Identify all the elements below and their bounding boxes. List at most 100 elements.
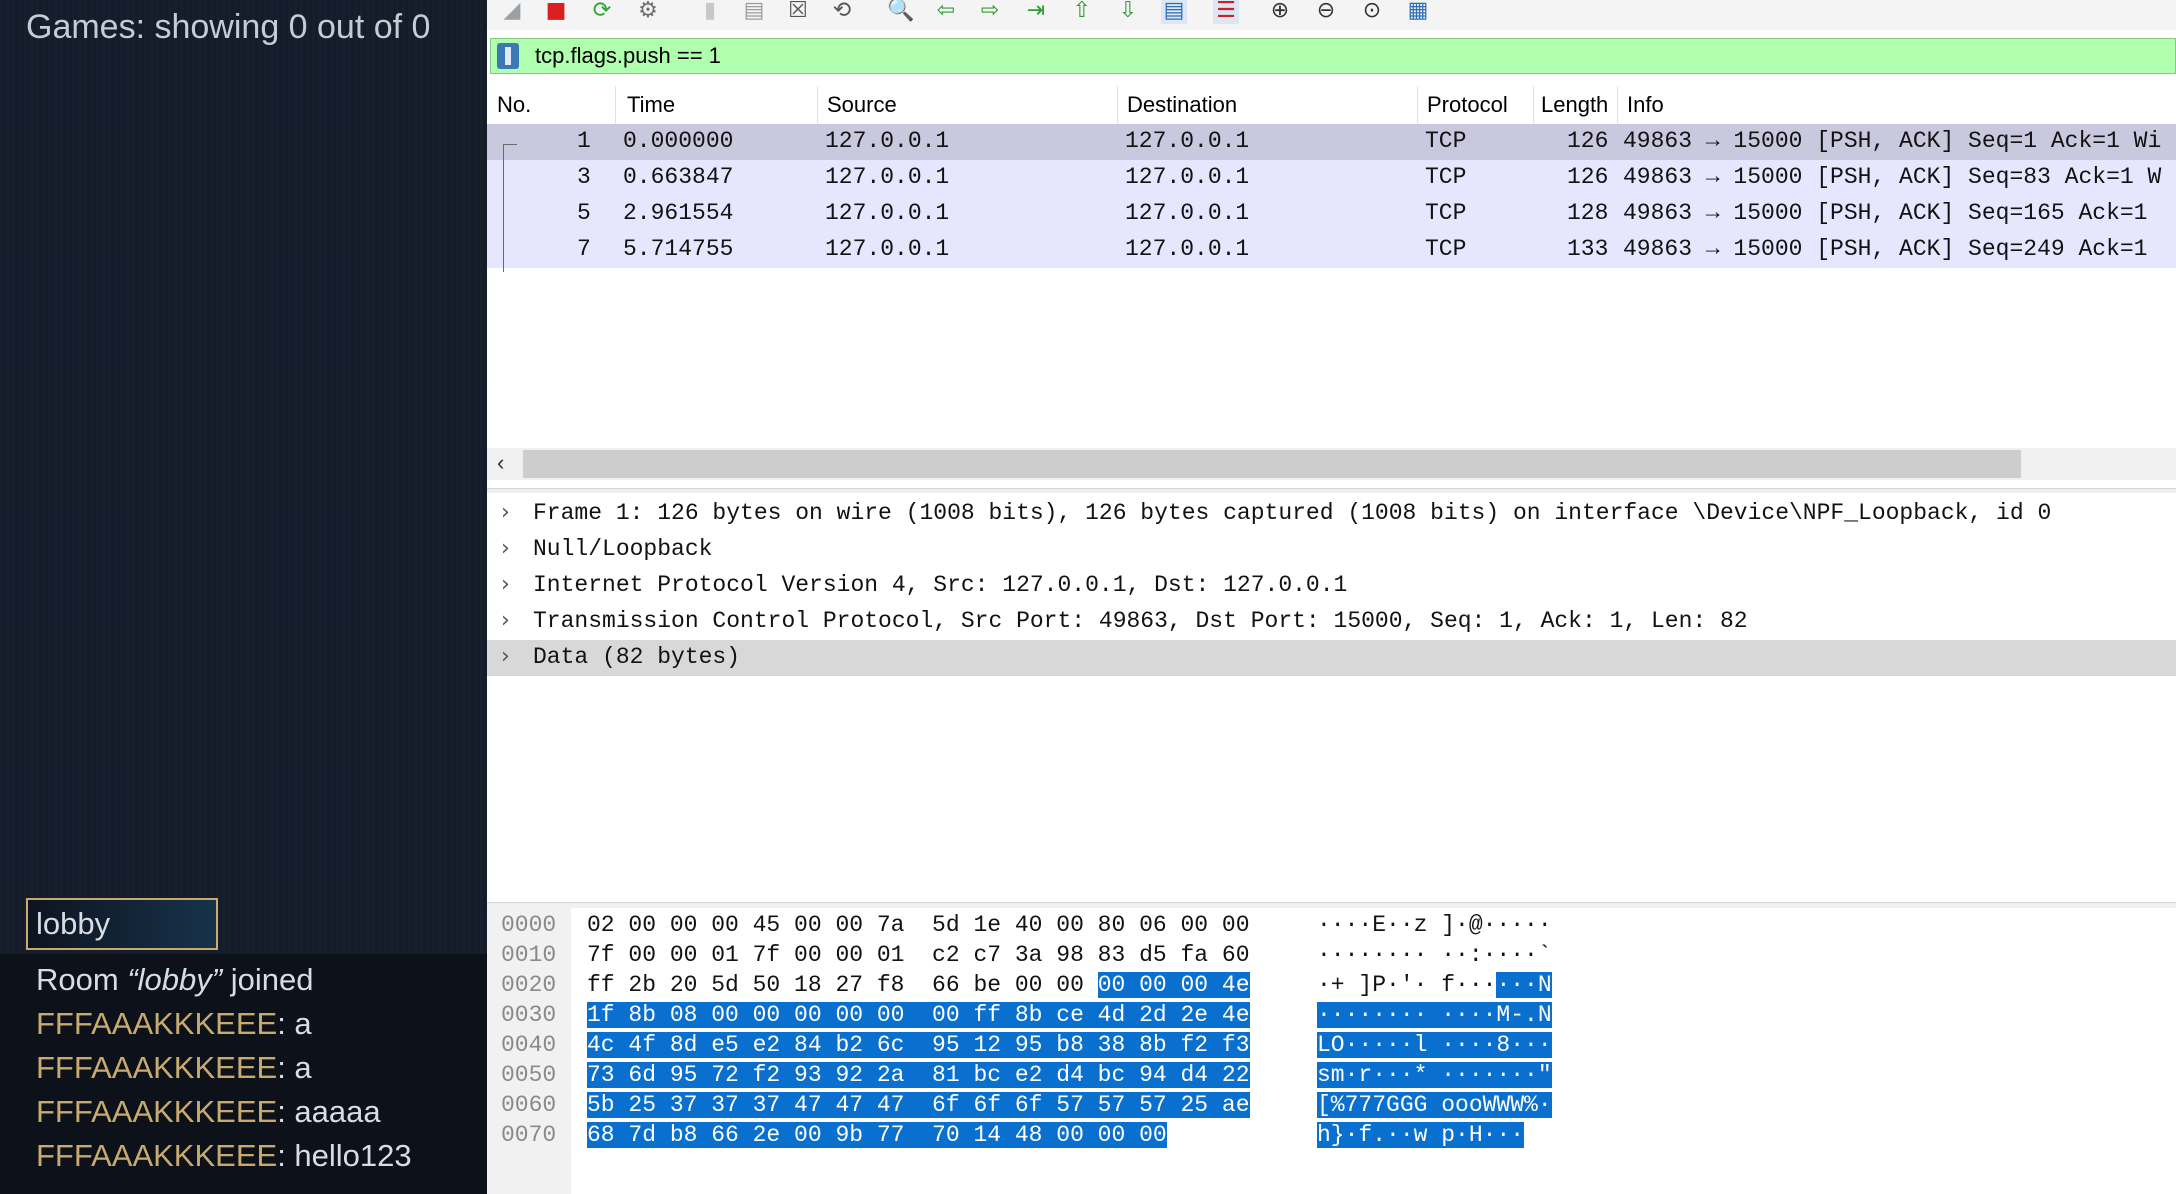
packet-protocol: TCP	[1425, 128, 1467, 154]
chat-message-text: : aaaaa	[277, 1094, 381, 1129]
restart-capture-icon[interactable]: ⟳	[589, 0, 615, 24]
packet-list-hscrollbar[interactable]: ‹	[487, 448, 2176, 480]
chat-line-message: FFFAAAKKKEEE: a	[36, 1050, 312, 1086]
go-to-packet-icon[interactable]: ⇥	[1023, 0, 1049, 24]
hex-bytes[interactable]: 1f 8b 08 00 00 00 00 00 00 ff 8b ce 4d 2…	[587, 1000, 1250, 1030]
packet-info: 49863 → 15000 [PSH, ACK] Seq=83 Ack=1 W	[1623, 164, 2162, 190]
detail-row-tcp[interactable]: › Transmission Control Protocol, Src Por…	[487, 604, 2176, 640]
column-header-info[interactable]: Info	[1627, 92, 1664, 118]
detail-row-loopback[interactable]: › Null/Loopback	[487, 532, 2176, 568]
hex-bytes[interactable]: 7f 00 00 01 7f 00 00 01 c2 c7 3a 98 83 d…	[587, 940, 1250, 970]
packet-source: 127.0.0.1	[825, 236, 950, 262]
chat-line-message: FFFAAAKKKEEE: a	[36, 1006, 312, 1042]
column-header-destination[interactable]: Destination	[1127, 92, 1237, 118]
detail-row-ip[interactable]: › Internet Protocol Version 4, Src: 127.…	[487, 568, 2176, 604]
expand-arrow-icon[interactable]: ›	[501, 608, 510, 633]
chat-username: FFFAAAKKKEEE	[36, 1138, 278, 1173]
hex-bytes[interactable]: 73 6d 95 72 f2 93 92 2a 81 bc e2 d4 bc 9…	[587, 1060, 1250, 1090]
bookmark-icon[interactable]	[497, 43, 519, 69]
chat-username: FFFAAAKKKEEE	[36, 1094, 278, 1129]
ascii-bytes[interactable]: ········ ··:····`	[1317, 940, 1552, 970]
zoom-in-icon[interactable]: ⊕	[1267, 0, 1293, 24]
packet-protocol: TCP	[1425, 236, 1467, 262]
packet-length: 128	[1567, 200, 1609, 226]
close-file-icon[interactable]: ☒	[785, 0, 811, 24]
packet-info: 49863 → 15000 [PSH, ACK] Seq=1 Ack=1 Wi	[1623, 128, 2162, 154]
chat-line-system: Room “lobby” joined	[36, 962, 313, 998]
packet-bytes-pane: 0000 02 00 00 00 45 00 00 7a 5d 1e 40 00…	[487, 908, 2176, 1194]
resize-columns-icon[interactable]: ▦	[1405, 0, 1431, 24]
byte-offset: 0070	[501, 1122, 557, 1148]
hex-bytes[interactable]: 68 7d b8 66 2e 00 9b 77 70 14 48 00 00 0…	[587, 1120, 1167, 1150]
column-header-no[interactable]: No.	[497, 92, 531, 118]
column-header-length[interactable]: Length	[1541, 92, 1608, 118]
packet-protocol: TCP	[1425, 164, 1467, 190]
last-packet-icon[interactable]: ⇩	[1115, 0, 1141, 24]
hex-bytes[interactable]: 5b 25 37 37 37 47 47 47 6f 6f 6f 57 57 5…	[587, 1090, 1250, 1120]
detail-text: Frame 1: 126 bytes on wire (1008 bits), …	[533, 500, 2052, 526]
room-input[interactable]	[26, 898, 218, 950]
packet-row[interactable]: 5 2.961554 127.0.0.1 127.0.0.1 TCP 128 4…	[487, 196, 2176, 232]
packet-list-header: No. Time Source Destination Protocol Len…	[487, 86, 2176, 125]
packet-source: 127.0.0.1	[825, 128, 950, 154]
save-file-icon[interactable]: ▤	[741, 0, 767, 24]
scrollbar-thumb[interactable]	[523, 450, 2021, 478]
packet-row[interactable]: 7 5.714755 127.0.0.1 127.0.0.1 TCP 133 4…	[487, 232, 2176, 268]
wireshark-window: ◢ ■ ⟳ ⚙ ▮ ▤ ☒ ⟲ 🔍 ⇦ ⇨ ⇥ ⇧ ⇩ ▤ ☰ ⊕ ⊖ ⊙ ▦ …	[487, 0, 2176, 1194]
go-forward-icon[interactable]: ⇨	[977, 0, 1003, 24]
hex-bytes[interactable]: 4c 4f 8d e5 e2 84 b2 6c 95 12 95 b8 38 8…	[587, 1030, 1250, 1060]
shark-fin-icon[interactable]: ◢	[499, 0, 525, 24]
packet-destination: 127.0.0.1	[1125, 236, 1250, 262]
auto-scroll-icon[interactable]: ▤	[1161, 0, 1187, 24]
open-file-icon[interactable]: ▮	[697, 0, 723, 24]
chat-username: FFFAAAKKKEEE	[36, 1006, 278, 1041]
detail-row-data-selected[interactable]: › Data (82 bytes)	[487, 640, 2176, 676]
ascii-bytes[interactable]: ········ ····M-.N	[1317, 1000, 1552, 1030]
expand-arrow-icon[interactable]: ›	[501, 644, 510, 669]
conversation-bracket-start	[503, 144, 517, 145]
column-header-time[interactable]: Time	[627, 92, 675, 118]
capture-options-icon[interactable]: ⚙	[635, 0, 661, 24]
packet-row-selected[interactable]: 1 0.000000 127.0.0.1 127.0.0.1 TCP 126 4…	[487, 124, 2176, 160]
display-filter-input[interactable]: tcp.flags.push == 1	[535, 43, 721, 69]
conversation-bracket	[503, 144, 504, 272]
column-header-protocol[interactable]: Protocol	[1427, 92, 1508, 118]
byte-offset: 0000	[501, 912, 557, 938]
ascii-bytes[interactable]: [%777GGG oooWWW%·	[1317, 1090, 1552, 1120]
chat-system-suffix: joined	[222, 962, 314, 997]
packet-length: 133	[1567, 236, 1609, 262]
detail-row-frame[interactable]: › Frame 1: 126 bytes on wire (1008 bits)…	[487, 496, 2176, 532]
colorize-icon[interactable]: ☰	[1213, 0, 1239, 24]
ascii-bytes[interactable]: sm·r···* ·······"	[1317, 1060, 1552, 1090]
ascii-bytes[interactable]: LO·····l ····8···	[1317, 1030, 1552, 1060]
expand-arrow-icon[interactable]: ›	[501, 572, 510, 597]
stop-capture-icon[interactable]: ■	[543, 0, 569, 24]
ascii-bytes[interactable]: h}·f.··w p·H···	[1317, 1120, 1525, 1150]
packet-no: 7	[577, 236, 591, 262]
packet-info: 49863 → 15000 [PSH, ACK] Seq=249 Ack=1	[1623, 236, 2148, 262]
detail-text: Null/Loopback	[533, 536, 713, 562]
ascii-bytes[interactable]: ·+ ]P·'· f······N	[1317, 970, 1552, 1000]
packet-length: 126	[1567, 164, 1609, 190]
expand-arrow-icon[interactable]: ›	[501, 500, 510, 525]
ascii-bytes[interactable]: ····E··z ]·@·····	[1317, 910, 1552, 940]
display-filter-bar[interactable]: tcp.flags.push == 1	[490, 38, 2176, 74]
expand-arrow-icon[interactable]: ›	[501, 536, 510, 561]
chat-line-message: FFFAAAKKKEEE: hello123	[36, 1138, 412, 1174]
find-packet-icon[interactable]: 🔍	[887, 0, 914, 24]
reload-file-icon[interactable]: ⟲	[829, 0, 855, 24]
packet-row[interactable]: 3 0.663847 127.0.0.1 127.0.0.1 TCP 126 4…	[487, 160, 2176, 196]
main-toolbar: ◢ ■ ⟳ ⚙ ▮ ▤ ☒ ⟲ 🔍 ⇦ ⇨ ⇥ ⇧ ⇩ ▤ ☰ ⊕ ⊖ ⊙ ▦	[487, 0, 2176, 30]
scroll-left-icon[interactable]: ‹	[497, 450, 504, 476]
pane-splitter[interactable]	[487, 488, 2176, 493]
go-back-icon[interactable]: ⇦	[933, 0, 959, 24]
packet-no: 5	[577, 200, 591, 226]
chat-message-text: : a	[277, 1050, 312, 1085]
first-packet-icon[interactable]: ⇧	[1069, 0, 1095, 24]
hex-bytes[interactable]: 02 00 00 00 45 00 00 7a 5d 1e 40 00 80 0…	[587, 910, 1250, 940]
hex-bytes[interactable]: ff 2b 20 5d 50 18 27 f8 66 be 00 00 00 0…	[587, 970, 1250, 1000]
normal-size-icon[interactable]: ⊙	[1359, 0, 1385, 24]
column-header-source[interactable]: Source	[827, 92, 897, 118]
zoom-out-icon[interactable]: ⊖	[1313, 0, 1339, 24]
byte-offset: 0060	[501, 1092, 557, 1118]
